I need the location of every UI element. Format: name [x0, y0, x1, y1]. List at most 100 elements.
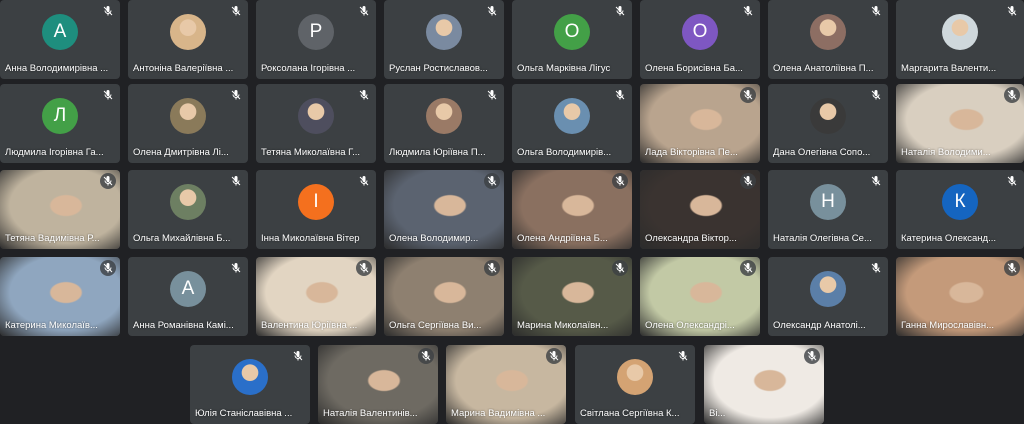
mic-off-icon [358, 4, 370, 16]
participant-tile[interactable]: Людмила Юріївна П... [384, 84, 504, 163]
participant-photo-avatar [810, 13, 846, 50]
mic-off-icon [100, 260, 116, 276]
participant-name: Юлія Станіславівна ... [195, 408, 293, 419]
participant-name: Катерина Миколаїв... [5, 320, 98, 331]
mic-off-icon [1006, 4, 1018, 16]
mic-off-icon [100, 173, 116, 189]
participant-tile[interactable]: Ганна Мирославівн... [896, 257, 1024, 336]
participant-name: Олена Андріївна Б... [517, 233, 608, 244]
participant-tile[interactable]: Ольга Володимирів... [512, 84, 632, 163]
participant-tile[interactable]: Світлана Сергіївна К... [575, 345, 695, 424]
participant-name: Валентина Юріївна ... [261, 320, 358, 331]
participant-tile[interactable]: К Катерина Олександ... [896, 170, 1024, 249]
participant-name: Людмила Юріївна П... [389, 147, 486, 158]
mic-off-icon [1004, 87, 1020, 103]
mic-off-icon [740, 87, 756, 103]
mic-off-icon [230, 4, 242, 16]
participant-tile[interactable]: Наталія Володими... [896, 84, 1024, 163]
mic-off-icon [546, 348, 562, 364]
participant-photo-avatar [426, 97, 462, 134]
participant-name: Олександра Віктор... [645, 233, 737, 244]
participant-name: Тетяна Вадимівна Р... [5, 233, 100, 244]
participant-tile[interactable]: Валентина Юріївна ... [256, 257, 376, 336]
participant-name: Наталія Володими... [901, 147, 991, 158]
participant-tile[interactable]: Ві... [704, 345, 824, 424]
participant-name: Маргарита Валенти... [901, 63, 997, 74]
participant-name: Анна Володимирівна ... [5, 63, 109, 74]
participant-tile[interactable]: А Анна Володимирівна ... [0, 0, 120, 79]
mic-off-icon [484, 260, 500, 276]
participant-tile[interactable]: Юлія Станіславівна ... [190, 345, 310, 424]
participant-photo-avatar [426, 13, 462, 50]
mic-off-icon [486, 4, 498, 16]
participant-tile[interactable]: Олександр Анатолі... [768, 257, 888, 336]
participant-name: Ганна Мирославівн... [901, 320, 995, 331]
mic-off-icon [102, 4, 114, 16]
participant-tile[interactable]: Лада Вікторівна Пе... [640, 84, 760, 163]
mic-off-icon [612, 260, 628, 276]
mic-off-icon [484, 173, 500, 189]
mic-off-icon [230, 261, 242, 273]
participant-tile[interactable]: Олена Анатоліївна П... [768, 0, 888, 79]
participant-initial-avatar: Р [298, 13, 334, 50]
mic-off-icon [1006, 174, 1018, 186]
participant-initial-avatar: О [682, 13, 718, 50]
participant-name: Олена Борисівна Ба... [645, 63, 743, 74]
mic-off-icon [418, 348, 434, 364]
participant-tile[interactable]: Олена Володимир... [384, 170, 504, 249]
participant-initial-avatar: А [42, 13, 78, 50]
participant-photo-avatar [810, 270, 846, 307]
mic-off-icon [870, 88, 882, 100]
mic-off-icon [102, 88, 114, 100]
participant-initial-avatar: Н [810, 183, 846, 220]
participant-name: Олена Дмитрівна Лі... [133, 147, 229, 158]
mic-off-icon [870, 174, 882, 186]
participant-tile[interactable]: Ольга Сергіївна Ви... [384, 257, 504, 336]
participant-tile[interactable]: Олександра Віктор... [640, 170, 760, 249]
participant-tile[interactable]: Антоніна Валеріївна ... [128, 0, 248, 79]
participant-tile[interactable]: Дана Олегівна Сопо... [768, 84, 888, 163]
participant-tile[interactable]: Олена Олександрі... [640, 257, 760, 336]
participant-tile[interactable]: Н Наталія Олегівна Се... [768, 170, 888, 249]
participant-tile[interactable]: А Анна Романівна Камі... [128, 257, 248, 336]
participant-name: Наталія Олегівна Се... [773, 233, 872, 244]
participant-photo-avatar [617, 358, 653, 395]
mic-off-icon [742, 4, 754, 16]
participant-tile[interactable]: І Інна Миколаївна Вітер [256, 170, 376, 249]
participant-tile[interactable]: Марина Миколаївн... [512, 257, 632, 336]
participant-name: Руслан Ростиславов... [389, 63, 488, 74]
mic-off-icon [740, 173, 756, 189]
mic-off-icon [230, 88, 242, 100]
mic-off-icon [614, 88, 626, 100]
mic-off-icon [677, 349, 689, 361]
participant-photo-avatar [232, 358, 268, 395]
participant-tile[interactable]: Катерина Миколаїв... [0, 257, 120, 336]
participant-tile[interactable]: Олена Дмитрівна Лі... [128, 84, 248, 163]
participant-tile[interactable]: Марина Вадимівна ... [446, 345, 566, 424]
participant-tile[interactable]: Маргарита Валенти... [896, 0, 1024, 79]
participant-tile[interactable]: Тетяна Вадимівна Р... [0, 170, 120, 249]
participant-tile[interactable]: О Олена Борисівна Ба... [640, 0, 760, 79]
participant-name: Олена Олександрі... [645, 320, 735, 331]
participant-photo-avatar [810, 97, 846, 134]
mic-off-icon [292, 349, 304, 361]
participant-tile[interactable]: Р Роксолана Ігорівна ... [256, 0, 376, 79]
participant-tile[interactable]: Л Людмила Ігорівна Га... [0, 84, 120, 163]
participant-name: Катерина Олександ... [901, 233, 997, 244]
participant-tile[interactable]: О Ольга Марківна Лігус [512, 0, 632, 79]
participant-name: Олена Володимир... [389, 233, 479, 244]
mic-off-icon [740, 260, 756, 276]
mic-off-icon [230, 174, 242, 186]
participant-tile[interactable]: Ольга Михайлівна Б... [128, 170, 248, 249]
participant-name: Олена Анатоліївна П... [773, 63, 874, 74]
participant-initial-avatar: О [554, 13, 590, 50]
participant-name: Ві... [709, 408, 726, 419]
participant-name: Роксолана Ігорівна ... [261, 63, 356, 74]
participant-name: Інна Миколаївна Вітер [261, 233, 360, 244]
participant-tile[interactable]: Руслан Ростиславов... [384, 0, 504, 79]
participant-tile[interactable]: Олена Андріївна Б... [512, 170, 632, 249]
mic-off-icon [1004, 260, 1020, 276]
participant-initial-avatar: А [170, 270, 206, 307]
participant-tile[interactable]: Наталія Валентинів... [318, 345, 438, 424]
participant-tile[interactable]: Тетяна Миколаївна Г... [256, 84, 376, 163]
